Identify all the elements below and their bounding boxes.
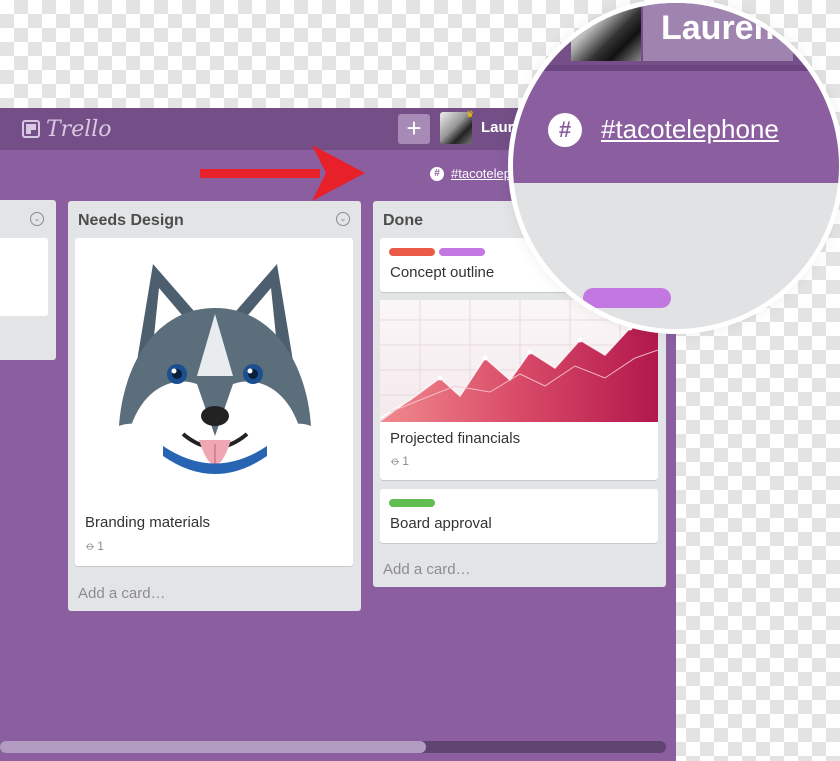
label-red[interactable] bbox=[389, 248, 435, 256]
slack-hash-icon: # bbox=[430, 166, 444, 181]
add-card-button[interactable]: Add a card… bbox=[78, 585, 166, 602]
add-card-button[interactable]: Add a card… bbox=[383, 561, 471, 578]
slack-channel-link[interactable]: #tacotelep bbox=[451, 166, 511, 181]
chevron-down-circle-icon[interactable]: ⌄ bbox=[336, 212, 350, 226]
scrollbar-thumb[interactable] bbox=[0, 741, 427, 753]
horizontal-scrollbar[interactable] bbox=[0, 741, 666, 753]
card-title: Projected financials bbox=[390, 430, 521, 447]
paperclip-icon: ⌀ bbox=[388, 453, 404, 469]
list-needs-design: Needs Design ⌄ Branding materials ⌀ 1 Ad… bbox=[68, 201, 361, 611]
card-title: Board approval bbox=[390, 515, 492, 532]
attachment-badge: ⌀ 1 bbox=[83, 538, 104, 553]
attachment-count: 1 bbox=[402, 454, 409, 468]
crown-icon: ♛ bbox=[466, 109, 475, 119]
label-purple[interactable] bbox=[583, 288, 671, 308]
slack-channel-link[interactable]: #tacotelephone bbox=[601, 114, 779, 145]
red-arrow-icon bbox=[200, 145, 365, 201]
card-projected-financials[interactable]: Projected financials ⌀ 1 bbox=[380, 300, 658, 480]
user-name[interactable]: Lauren bbox=[661, 9, 774, 48]
list-item[interactable] bbox=[0, 238, 48, 316]
slack-hash-icon: # bbox=[548, 113, 582, 147]
trello-logo[interactable]: Trello bbox=[22, 116, 112, 142]
chevron-down-circle-icon[interactable]: ⌄ bbox=[30, 212, 44, 226]
add-button[interactable]: + bbox=[398, 114, 430, 144]
husky-mascot-image bbox=[119, 264, 311, 474]
list-title[interactable]: Done bbox=[383, 212, 423, 230]
paperclip-icon: ⌀ bbox=[83, 538, 99, 554]
slack-channel-link-container: # #tacotelep bbox=[430, 166, 511, 181]
list-title[interactable]: Needs Design bbox=[78, 212, 184, 230]
card-board-approval[interactable]: Board approval bbox=[380, 489, 658, 543]
list-partial: ⌄ bbox=[0, 200, 56, 360]
label-purple[interactable] bbox=[439, 248, 485, 256]
zoom-callout: Lauren # #tacotelephone bbox=[513, 3, 839, 329]
financial-chart-cover-image bbox=[380, 300, 658, 422]
logo-text: Trello bbox=[46, 116, 112, 142]
label-green[interactable] bbox=[389, 499, 435, 507]
card-title: Concept outline bbox=[390, 264, 495, 281]
card-title: Branding materials bbox=[85, 514, 211, 531]
attachment-count: 1 bbox=[97, 539, 104, 553]
avatar[interactable] bbox=[571, 3, 641, 61]
attachment-badge: ⌀ 1 bbox=[388, 453, 409, 468]
trello-logo-icon bbox=[22, 120, 40, 138]
card-branding-materials[interactable]: Branding materials ⌀ 1 bbox=[75, 238, 353, 566]
